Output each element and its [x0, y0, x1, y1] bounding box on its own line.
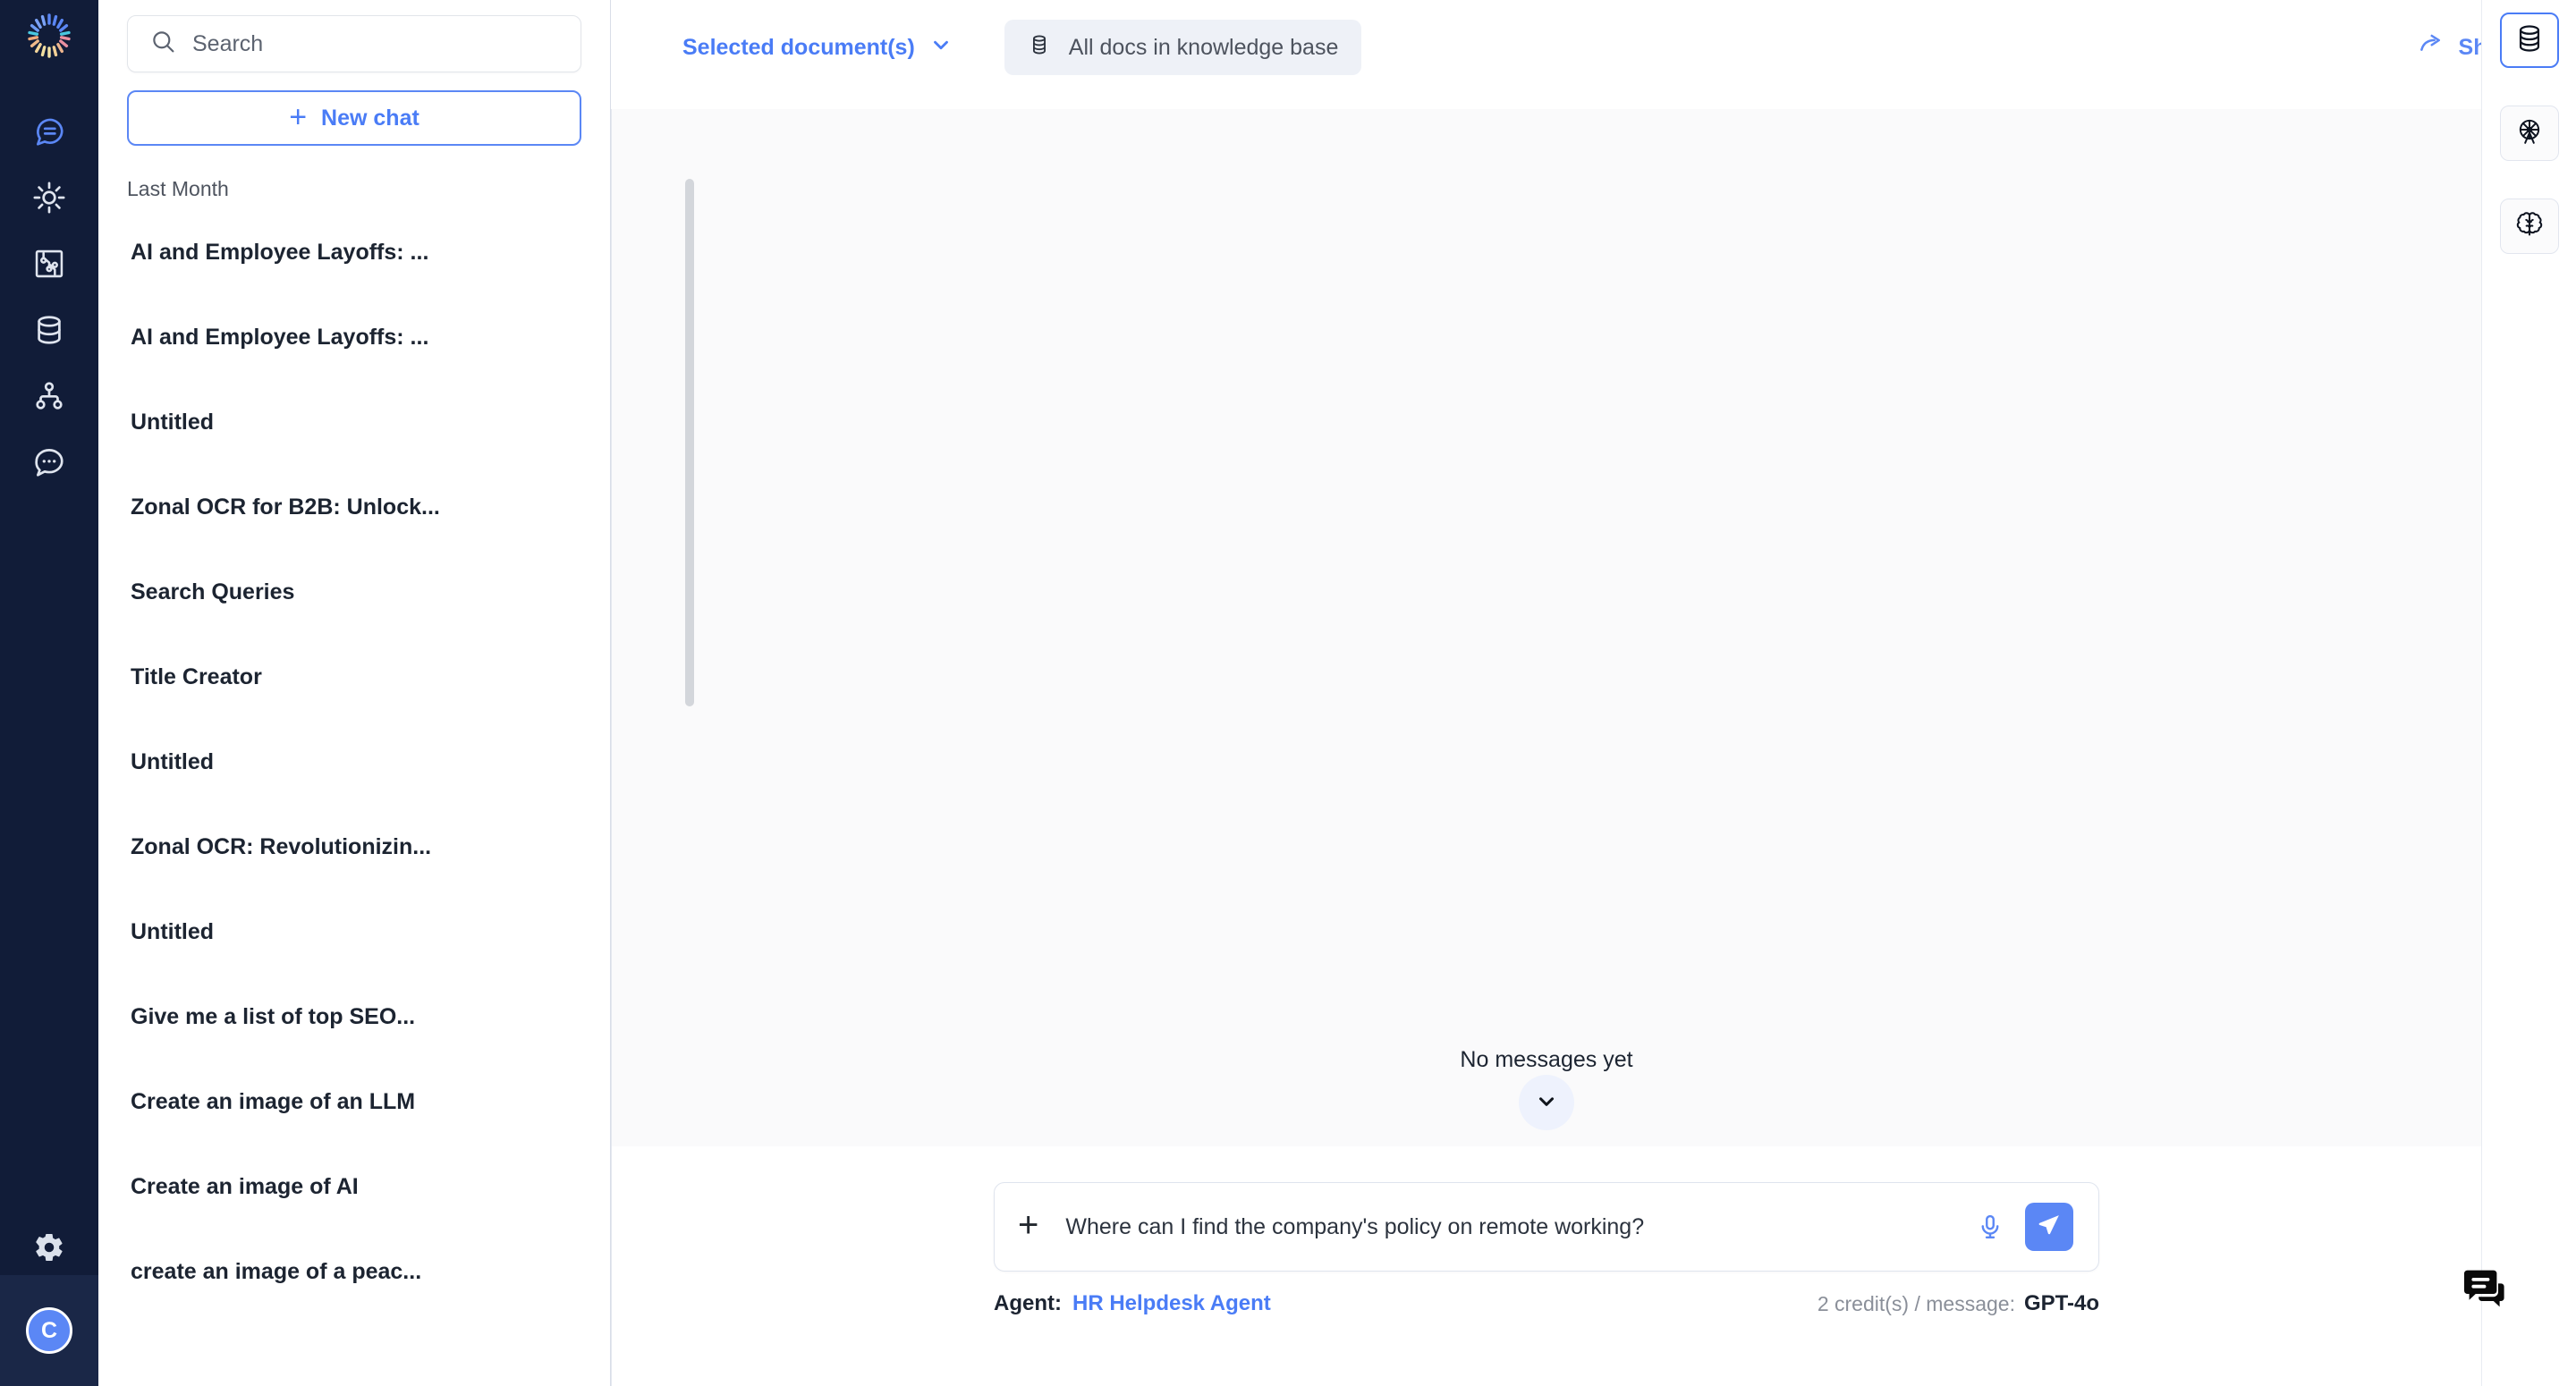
agent-label: Agent:	[994, 1291, 1062, 1315]
chat-bubbles-icon	[2461, 1269, 2514, 1320]
sidebar-item-chat[interactable]	[17, 113, 81, 154]
chat-dots-icon	[32, 445, 66, 484]
database-icon	[2514, 23, 2545, 58]
chevron-down-icon	[929, 33, 953, 63]
chevron-down-icon	[1535, 1089, 1558, 1117]
microphone-icon[interactable]	[1968, 1204, 2012, 1249]
chat-history-list[interactable]: AI and Employee Layoffs: ... AI and Empl…	[98, 210, 610, 1386]
right-tool-rail	[2481, 0, 2576, 1386]
support-chat-widget-button[interactable]	[2454, 1266, 2521, 1322]
message-composer[interactable]: +	[994, 1182, 2099, 1272]
list-item[interactable]: Create an image of an LLM	[98, 1060, 610, 1145]
sidebar-item-automations[interactable]	[17, 179, 81, 220]
plus-icon[interactable]: +	[1018, 1207, 1038, 1243]
user-avatar-area: C	[0, 1275, 98, 1386]
chat-history-panel: + New chat Last Month AI and Employee La…	[98, 0, 694, 1386]
top-toolbar: Selected document(s) All docs in knowled…	[611, 0, 2576, 109]
all-docs-label: All docs in knowledge base	[1068, 34, 1339, 60]
sidebar-item-agents[interactable]	[17, 377, 81, 418]
main-area: Selected document(s) All docs in knowled…	[611, 0, 2576, 1386]
message-input[interactable]	[1065, 1213, 1968, 1240]
list-item[interactable]: Untitled	[98, 720, 610, 805]
chat-lines-icon	[32, 114, 66, 153]
tool-playground-button[interactable]	[2499, 106, 2559, 161]
list-item[interactable]: Zonal OCR for B2B: Unlock...	[98, 465, 610, 550]
new-chat-area: + New chat	[98, 72, 610, 146]
list-item[interactable]: AI and Employee Layoffs: ...	[98, 295, 610, 380]
agent-name-link[interactable]: HR Helpdesk Agent	[1072, 1291, 1271, 1316]
search-box[interactable]	[127, 15, 581, 72]
empty-state: No messages yet	[612, 1047, 2481, 1130]
rail-nav-list	[0, 113, 98, 485]
list-item[interactable]: AI and Employee Layoffs: ...	[98, 210, 610, 295]
credit-cost-text: 2 credit(s) / message:	[1817, 1291, 2015, 1315]
new-chat-label: New chat	[321, 105, 419, 131]
scroll-to-bottom-button[interactable]	[1519, 1075, 1574, 1130]
all-docs-knowledge-base-chip[interactable]: All docs in knowledge base	[1004, 20, 1362, 75]
list-item[interactable]: Create an image of AI	[98, 1145, 610, 1230]
tool-memory-button[interactable]	[2499, 199, 2559, 254]
sidebar-item-conversations[interactable]	[17, 444, 81, 485]
empty-state-text: No messages yet	[1460, 1047, 1633, 1072]
sidebar-item-workflows[interactable]	[17, 245, 81, 286]
chat-history-scrollbar[interactable]	[685, 179, 694, 706]
list-item[interactable]: Untitled	[98, 890, 610, 975]
share-arrow-icon	[2418, 31, 2445, 64]
composer-area: + Where can I find the company's policy …	[611, 1146, 2576, 1386]
sun-spark-icon	[32, 181, 66, 219]
list-item[interactable]: Search Queries	[98, 550, 610, 635]
gear-icon	[33, 1231, 65, 1268]
composer-meta-row: Agent: HR Helpdesk Agent 2 credit(s) / m…	[994, 1291, 2099, 1316]
plus-icon: +	[289, 99, 308, 134]
app-logo[interactable]	[14, 7, 84, 63]
chat-history-section-label: Last Month	[127, 177, 229, 200]
brain-icon	[2515, 210, 2544, 243]
database-icon	[32, 313, 66, 351]
composer-inner: + Where can I find the company's policy …	[994, 1182, 2099, 1316]
settings-button[interactable]	[17, 1223, 81, 1275]
selected-documents-dropdown[interactable]: Selected document(s)	[663, 20, 972, 75]
search-icon	[150, 29, 176, 59]
tool-knowledge-base-button[interactable]	[2499, 13, 2559, 68]
list-item[interactable]: Zonal OCR: Revolutionizin...	[98, 805, 610, 890]
search-area	[98, 0, 610, 72]
list-item[interactable]: Untitled	[98, 380, 610, 465]
search-input[interactable]	[192, 30, 558, 57]
left-nav-rail: C	[0, 0, 98, 1386]
database-icon	[1028, 33, 1051, 63]
model-name: GPT-4o	[2023, 1291, 2099, 1315]
list-item[interactable]: create an image of a peac...	[98, 1230, 610, 1314]
ferris-wheel-icon	[2515, 117, 2544, 150]
selected-documents-label: Selected document(s)	[682, 34, 915, 60]
sidebar-item-knowledge-base[interactable]	[17, 311, 81, 352]
app-root: C + New chat Last Month	[0, 0, 2576, 1386]
list-item[interactable]: Give me a list of top SEO...	[98, 975, 610, 1060]
conversation-area: No messages yet	[611, 109, 2576, 1146]
send-paper-plane-icon	[2037, 1213, 2062, 1242]
avatar[interactable]: C	[26, 1307, 72, 1354]
rail-bottom-group: C	[0, 1223, 98, 1386]
send-button[interactable]	[2025, 1203, 2073, 1251]
circuit-board-icon	[32, 247, 66, 285]
list-item[interactable]: Title Creator	[98, 635, 610, 720]
org-tree-icon	[32, 379, 66, 418]
new-chat-button[interactable]: + New chat	[127, 90, 581, 146]
